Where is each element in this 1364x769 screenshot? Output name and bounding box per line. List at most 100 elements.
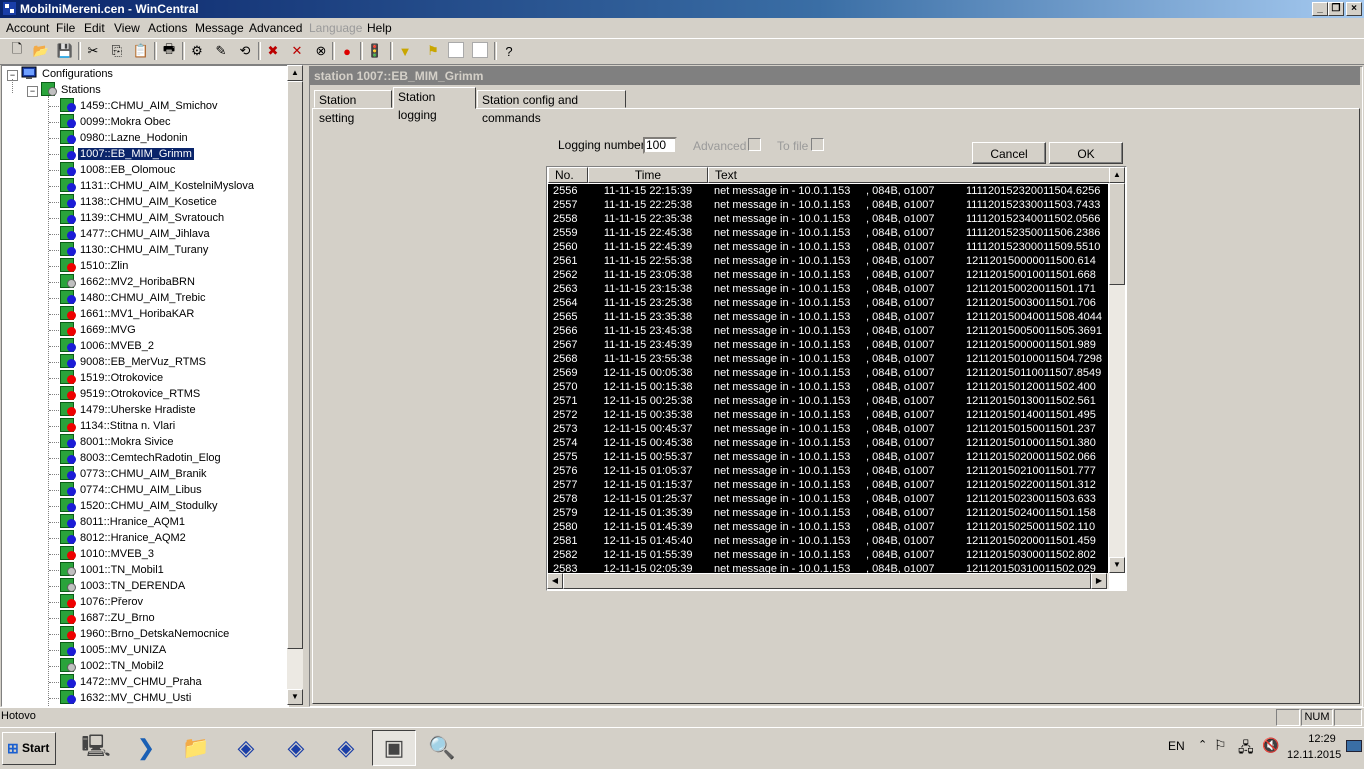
- tree-station-item[interactable]: 1131::CHMU_AIM_KostelniMyslova: [60, 178, 256, 194]
- cancel-button[interactable]: Cancel: [972, 142, 1046, 164]
- log-row[interactable]: 2581 12-11-15 01:45:40 net message in - 10…: [548, 534, 1108, 548]
- log-row[interactable]: 2575 12-11-15 00:55:37 net message in - 10…: [548, 450, 1108, 464]
- server-manager-icon[interactable]: 🖳: [74, 730, 118, 766]
- scroll-down-icon[interactable]: ▼: [287, 689, 303, 705]
- tree-station-item[interactable]: 1520::CHMU_AIM_Stodulky: [60, 498, 220, 514]
- log-row[interactable]: 2574 12-11-15 00:45:38 net message in - 10…: [548, 436, 1108, 450]
- action-center-flag-icon[interactable]: ⚐: [1214, 737, 1227, 754]
- tree-station-item[interactable]: 1480::CHMU_AIM_Trebic: [60, 290, 208, 306]
- disconnect-icon[interactable]: ✕: [288, 42, 306, 60]
- tree-station-item[interactable]: 1001::TN_Mobil1: [60, 562, 166, 578]
- log-row[interactable]: 2580 12-11-15 01:45:39 net message in - 10…: [548, 520, 1108, 534]
- log-row[interactable]: 2569 12-11-15 00:05:38 net message in - 10…: [548, 366, 1108, 380]
- tree-station-item[interactable]: 1008::EB_Olomouc: [60, 162, 177, 178]
- tree-node-stations[interactable]: Stations: [41, 82, 103, 98]
- clock-date[interactable]: 12.11.2015: [1287, 749, 1341, 761]
- tree-station-item[interactable]: 1661::MV1_HoribaKAR: [60, 306, 196, 322]
- to-file-checkbox[interactable]: [811, 138, 824, 151]
- tree-station-item[interactable]: 8011::Hranice_AQM1: [60, 514, 187, 530]
- wincentral-icon-2[interactable]: ◈: [274, 730, 318, 766]
- tree-station-item[interactable]: 9008::EB_MerVuz_RTMS: [60, 354, 208, 370]
- start-button[interactable]: ⊞ Start: [2, 732, 56, 765]
- paste-icon[interactable]: 📋: [132, 42, 150, 60]
- tab-station-logging[interactable]: Station logging: [393, 87, 476, 122]
- tree-station-item[interactable]: 8003::CemtechRadotin_Elog: [60, 450, 223, 466]
- tree-station-item[interactable]: 1477::CHMU_AIM_Jihlava: [60, 226, 212, 242]
- log-row[interactable]: 2570 12-11-15 00:15:38 net message in - 10…: [548, 380, 1108, 394]
- menu-account[interactable]: Account: [6, 21, 49, 35]
- tree-station-item[interactable]: 0099::Mokra Obec: [60, 114, 173, 130]
- tree-station-item[interactable]: 1007::EB_MIM_Grimm: [60, 146, 195, 162]
- tree-station-item[interactable]: 1632::MV_CHMU_Usti: [60, 690, 193, 706]
- tab-station-setting[interactable]: Station setting: [314, 90, 392, 125]
- tree-station-item[interactable]: 1005::MV_UNIZA: [60, 642, 168, 658]
- log-row[interactable]: 2561 11-11-15 22:55:38 net message in - 10…: [548, 254, 1108, 268]
- menu-message[interactable]: Message: [195, 21, 244, 35]
- tree-station-item[interactable]: 1519::Otrokovice: [60, 370, 165, 386]
- log-row[interactable]: 2582 12-11-15 01:55:39 net message in - 10…: [548, 548, 1108, 562]
- log-row[interactable]: 2579 12-11-15 01:35:39 net message in - 10…: [548, 506, 1108, 520]
- log-list[interactable]: No. Time Text 2556 11-11-15 22:15:39 net m…: [546, 166, 1127, 591]
- log-row[interactable]: 2563 11-11-15 23:15:38 net message in - 10…: [548, 282, 1108, 296]
- volume-muted-icon[interactable]: 🔇: [1262, 737, 1279, 754]
- logging-number-input[interactable]: 100: [643, 137, 677, 154]
- tree-station-item[interactable]: 1002::TN_Mobil2: [60, 658, 166, 674]
- minimize-button[interactable]: _: [1312, 2, 1328, 16]
- log-scroll-right-icon[interactable]: ▶: [1091, 573, 1107, 589]
- column-header-text[interactable]: Text: [708, 167, 1110, 183]
- filter-icon[interactable]: ▼: [396, 42, 414, 60]
- log-scroll-thumb[interactable]: [1109, 183, 1125, 285]
- new-file-icon[interactable]: 🗋: [8, 41, 26, 60]
- log-row[interactable]: 2559 11-11-15 22:45:38 net message in - 10…: [548, 226, 1108, 240]
- filter-flag-icon[interactable]: ⚑: [424, 42, 442, 60]
- tree-station-item[interactable]: 1130::CHMU_AIM_Turany: [60, 242, 210, 258]
- blank-icon[interactable]: [448, 42, 464, 58]
- log-row[interactable]: 2557 11-11-15 22:25:38 net message in - 10…: [548, 198, 1108, 212]
- log-row[interactable]: 2562 11-11-15 23:05:38 net message in - 10…: [548, 268, 1108, 282]
- tree-station-item[interactable]: 1138::CHMU_AIM_Kosetice: [60, 194, 219, 210]
- tree-station-item[interactable]: 1472::MV_CHMU_Praha: [60, 674, 204, 690]
- tree-station-item[interactable]: 1010::MVEB_3: [60, 546, 156, 562]
- tree-station-item[interactable]: 8001::Mokra Sivice: [60, 434, 176, 450]
- collapse-stations-icon[interactable]: −: [27, 86, 38, 97]
- tree-station-item[interactable]: 1139::CHMU_AIM_Svratouch: [60, 210, 226, 226]
- connect-icon[interactable]: ⟲: [236, 42, 254, 60]
- tree-station-item[interactable]: 1006::MVEB_2: [60, 338, 156, 354]
- help-icon[interactable]: ?: [500, 42, 518, 60]
- log-row[interactable]: 2560 11-11-15 22:45:39 net message in - 10…: [548, 240, 1108, 254]
- scroll-up-icon[interactable]: ▲: [287, 65, 303, 81]
- log-scroll-left-icon[interactable]: ◀: [547, 573, 563, 589]
- magnifier-icon[interactable]: 🔍: [420, 730, 464, 766]
- disconnect-all-icon[interactable]: ⊗: [312, 42, 330, 60]
- tree-station-item[interactable]: 1003::TN_DERENDA: [60, 578, 187, 594]
- log-row[interactable]: 2558 11-11-15 22:35:38 net message in - 10…: [548, 212, 1108, 226]
- tree-station-item[interactable]: 1669::MVG: [60, 322, 138, 338]
- configuration-tree[interactable]: − Configurations − Stations 1459::CHMU_A…: [1, 65, 289, 707]
- tree-station-item[interactable]: 1076::Přerov: [60, 594, 145, 610]
- language-indicator[interactable]: EN: [1168, 739, 1185, 753]
- log-row[interactable]: 2578 12-11-15 01:25:37 net message in - 10…: [548, 492, 1108, 506]
- log-row[interactable]: 2572 12-11-15 00:35:38 net message in - 10…: [548, 408, 1108, 422]
- log-row[interactable]: 2571 12-11-15 00:25:38 net message in - 10…: [548, 394, 1108, 408]
- column-header-no[interactable]: No.: [548, 167, 588, 183]
- clock-time[interactable]: 12:29: [1300, 733, 1344, 745]
- open-folder-icon[interactable]: 📂: [32, 42, 50, 60]
- delete-station-icon[interactable]: ✖: [264, 42, 282, 60]
- menu-advanced[interactable]: Advanced: [249, 21, 302, 35]
- log-row[interactable]: 2567 11-11-15 23:45:39 net message in - 10…: [548, 338, 1108, 352]
- wincentral-window-icon[interactable]: ▣: [372, 730, 416, 766]
- log-row[interactable]: 2577 12-11-15 01:15:37 net message in - 10…: [548, 478, 1108, 492]
- menu-help[interactable]: Help: [367, 21, 392, 35]
- log-scroll-down-icon[interactable]: ▼: [1109, 557, 1125, 573]
- tree-station-item[interactable]: 0774::CHMU_AIM_Libus: [60, 482, 204, 498]
- show-desktop-icon[interactable]: [1346, 740, 1362, 752]
- close-button[interactable]: ×: [1346, 2, 1362, 16]
- show-hidden-icons-icon[interactable]: ⌃: [1198, 738, 1207, 751]
- ok-button[interactable]: OK: [1049, 142, 1123, 164]
- tab-station-config[interactable]: Station config and commands: [477, 90, 626, 125]
- print-icon[interactable]: 🖶: [160, 41, 178, 60]
- tree-scrollbar[interactable]: ▲ ▼: [287, 65, 303, 705]
- tree-station-item[interactable]: 0773::CHMU_AIM_Branik: [60, 466, 209, 482]
- log-row[interactable]: 2573 12-11-15 00:45:37 net message in - 10…: [548, 422, 1108, 436]
- tree-station-item[interactable]: 1960::Brno_DetskaNemocnice: [60, 626, 231, 642]
